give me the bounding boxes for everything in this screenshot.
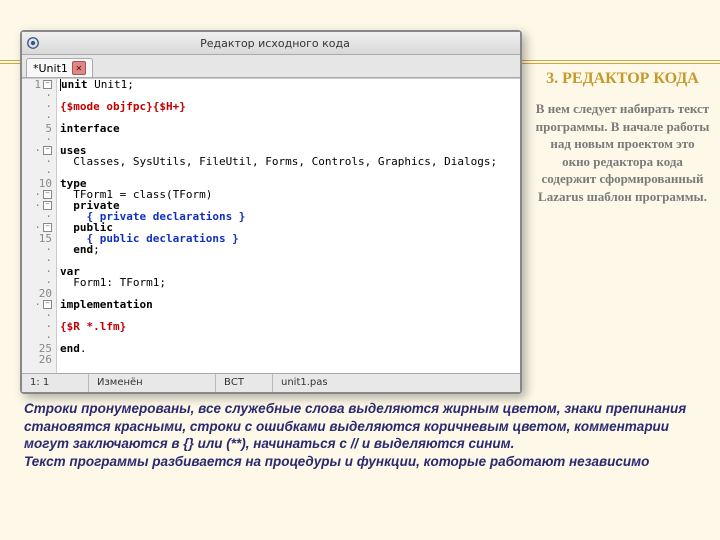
bottom-description: Строки пронумерованы, все служебные слов… [24, 400, 704, 470]
fold-icon[interactable]: − [43, 300, 52, 309]
status-position: 1: 1 [22, 374, 89, 392]
status-filename: unit1.pas [273, 374, 520, 392]
section-body: В нем следует набирать текст программы. … [535, 100, 710, 205]
gutter: 1− · · · 5 · ·− · · 10 ·− ·− · ·− 15 · ·… [22, 79, 57, 373]
tab-unit1[interactable]: *Unit1 ✕ [26, 58, 93, 77]
fold-icon[interactable]: − [43, 146, 52, 155]
code-area[interactable]: 1− · · · 5 · ·− · · 10 ·− ·− · ·− 15 · ·… [22, 78, 520, 373]
close-icon[interactable]: ✕ [72, 61, 86, 75]
fold-icon[interactable]: − [43, 201, 52, 210]
system-menu-icon[interactable] [26, 36, 40, 50]
tab-bar: *Unit1 ✕ [22, 55, 520, 78]
statusbar: 1: 1 Изменён ВСТ unit1.pas [22, 373, 520, 392]
titlebar: Редактор исходного кода [22, 32, 520, 55]
status-modified: Изменён [89, 374, 216, 392]
status-mode: ВСТ [216, 374, 273, 392]
window-title: Редактор исходного кода [44, 37, 506, 50]
fold-icon[interactable]: − [43, 190, 52, 199]
fold-icon[interactable]: − [43, 223, 52, 232]
source-editor-window: Редактор исходного кода *Unit1 ✕ 1− · · … [20, 30, 522, 394]
tab-label: *Unit1 [33, 62, 68, 75]
right-panel: 3. РЕДАКТОР КОДА В нем следует набирать … [535, 70, 710, 205]
bottom-p2: Текст программы разбивается на процедуры… [24, 453, 704, 471]
section-title: 3. РЕДАКТОР КОДА [535, 70, 710, 88]
bottom-p1: Строки пронумерованы, все служебные слов… [24, 400, 704, 453]
code-lines[interactable]: unit Unit1; {$mode objfpc}{$H+} interfac… [57, 79, 520, 373]
fold-icon[interactable]: − [43, 80, 52, 89]
